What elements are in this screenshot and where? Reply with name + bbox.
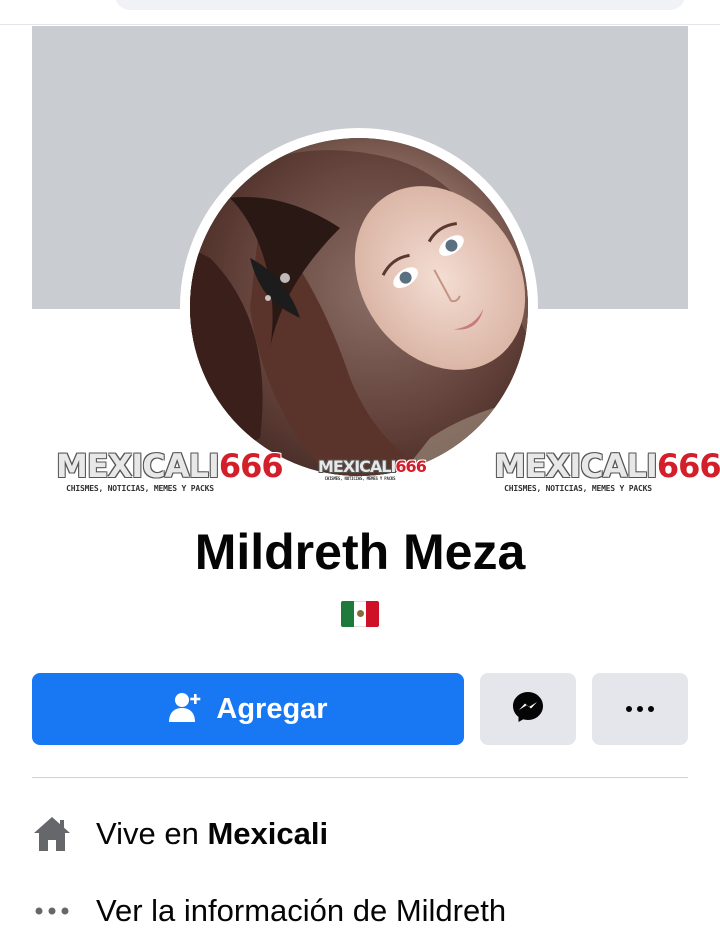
profile-name: Mildreth Meza <box>194 524 526 580</box>
watermark-logo: MEXICALI666 CHISMES, NOTICIAS, MEMES Y P… <box>318 457 427 482</box>
watermark-brand: MEXICALI <box>318 457 396 476</box>
watermark-logo: MEXICALI666 CHISMES, NOTICIAS, MEMES Y P… <box>494 447 720 493</box>
more-icon <box>625 700 655 718</box>
home-icon <box>32 814 72 854</box>
lives-in-city[interactable]: Mexicali <box>207 816 328 851</box>
mexico-flag-icon <box>341 601 379 627</box>
watermark-tagline: CHISMES, NOTICIAS, MEMES Y PACKS <box>66 484 214 493</box>
watermark-logo: MEXICALI666 CHISMES, NOTICIAS, MEMES Y P… <box>56 447 284 493</box>
search-bar[interactable] <box>115 0 685 10</box>
see-about-info-row[interactable]: Ver la información de Mildreth <box>32 890 688 932</box>
messenger-icon <box>511 690 545 729</box>
watermark-tagline: CHISMES, NOTICIAS, MEMES Y PACKS <box>324 476 396 481</box>
watermark-brand: MEXICALI <box>494 447 658 485</box>
lives-in-row: Vive en Mexicali <box>32 813 688 855</box>
watermark-number: 666 <box>395 457 426 476</box>
add-friend-label: Agregar <box>216 692 328 725</box>
add-friend-button[interactable]: Agregar <box>32 673 464 745</box>
add-friend-icon <box>168 690 202 729</box>
see-about-info-link[interactable]: Ver la información de Mildreth <box>96 893 506 929</box>
section-divider <box>32 777 688 778</box>
messenger-button[interactable] <box>480 673 576 745</box>
watermark-number: 666 <box>218 447 284 485</box>
watermark-tagline: CHISMES, NOTICIAS, MEMES Y PACKS <box>504 484 652 493</box>
more-options-button[interactable] <box>592 673 688 745</box>
profile-picture[interactable] <box>190 138 528 476</box>
lives-in-prefix: Vive en <box>96 816 199 851</box>
top-bar <box>0 0 720 25</box>
watermark-number: 666 <box>656 447 720 485</box>
ellipsis-icon <box>32 891 72 931</box>
watermark-brand: MEXICALI <box>56 447 220 485</box>
